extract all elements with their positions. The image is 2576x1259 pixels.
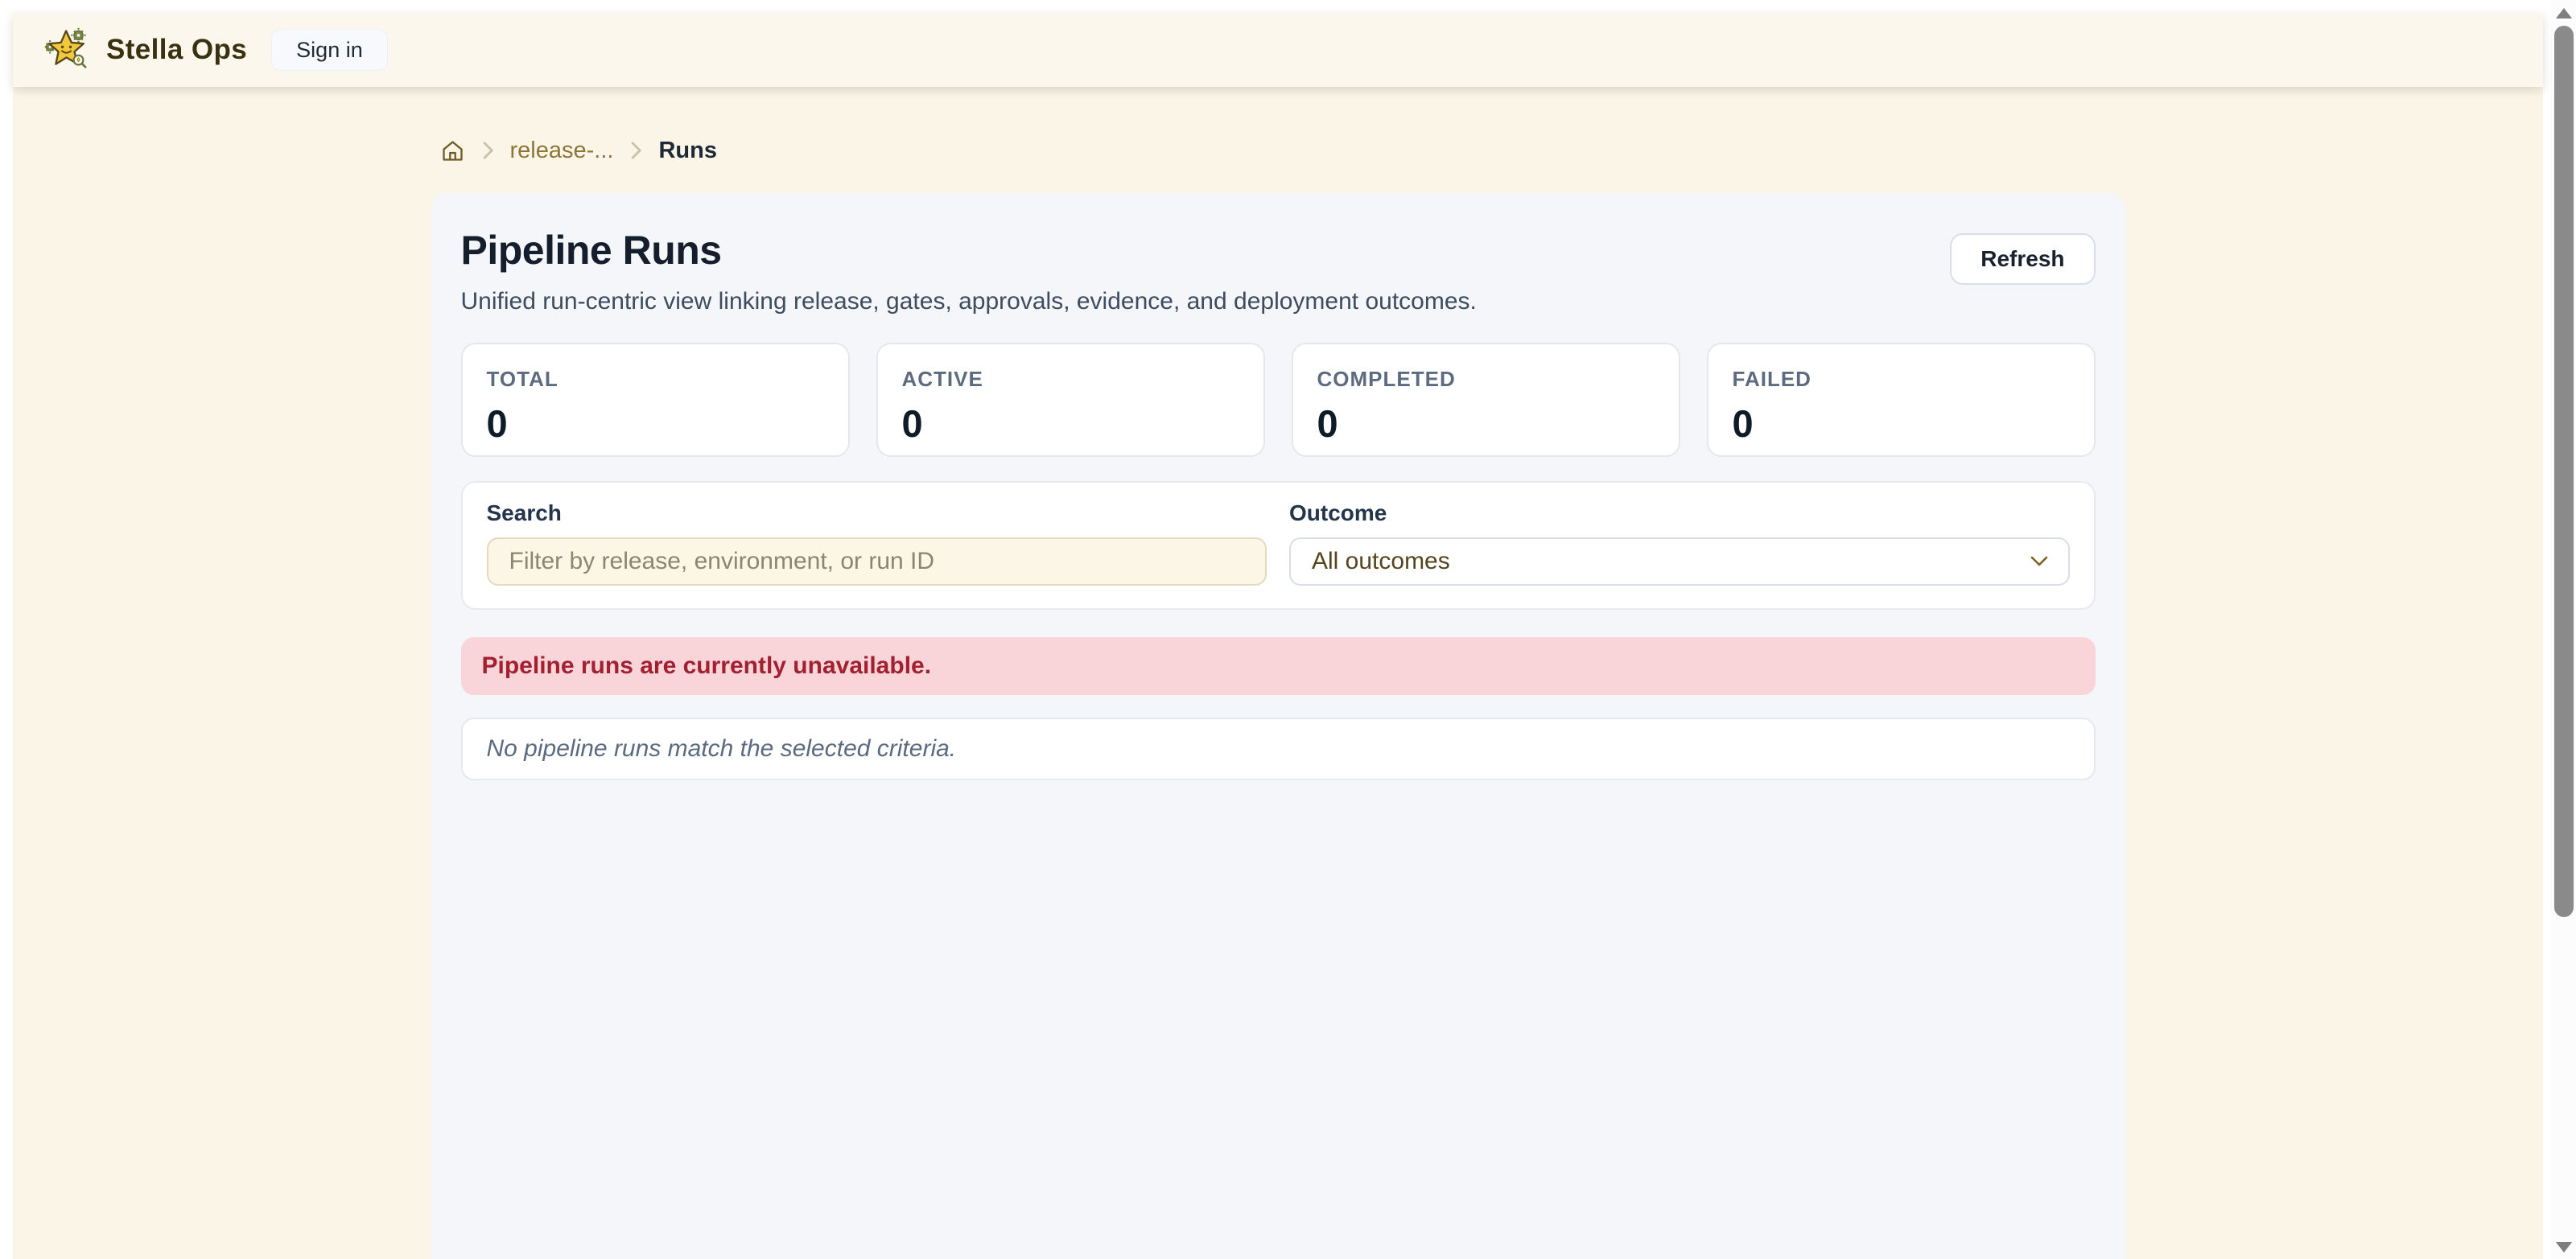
stat-label: COMPLETED bbox=[1317, 367, 1655, 392]
stat-card-failed: FAILED 0 bbox=[1707, 343, 2096, 457]
stella-ops-logo-icon bbox=[43, 27, 90, 73]
page-background: release-... Runs Pipeline Runs Unified r… bbox=[13, 87, 2543, 1259]
error-banner-text: Pipeline runs are currently unavailable. bbox=[482, 652, 932, 680]
empty-state-text: No pipeline runs match the selected crit… bbox=[487, 735, 957, 763]
home-icon[interactable] bbox=[440, 138, 465, 163]
panel-header: Pipeline Runs Unified run-centric view l… bbox=[461, 227, 2096, 315]
search-field-group: Search bbox=[487, 500, 1267, 586]
breadcrumb-item-runs: Runs bbox=[658, 138, 717, 164]
chevron-right-icon bbox=[481, 140, 494, 161]
error-banner: Pipeline runs are currently unavailable. bbox=[461, 637, 2096, 695]
page-subtitle: Unified run-centric view linking release… bbox=[461, 288, 1477, 315]
magnifier bbox=[74, 56, 86, 68]
stat-card-active: ACTIVE 0 bbox=[876, 343, 1265, 457]
stat-value: 0 bbox=[1317, 401, 1655, 446]
stat-label: TOTAL bbox=[487, 367, 824, 392]
sign-in-button[interactable]: Sign in bbox=[271, 29, 388, 71]
app-header: Stella Ops Sign in bbox=[13, 13, 2543, 87]
gear-top-right bbox=[71, 28, 85, 43]
refresh-button[interactable]: Refresh bbox=[1950, 233, 2095, 285]
search-input[interactable] bbox=[487, 537, 1267, 586]
page-title: Pipeline Runs bbox=[461, 227, 1477, 274]
chevron-down-icon bbox=[2030, 555, 2049, 568]
stat-value: 0 bbox=[1733, 401, 2070, 446]
empty-state-card: No pipeline runs match the selected crit… bbox=[461, 718, 2096, 780]
panel-header-text: Pipeline Runs Unified run-centric view l… bbox=[461, 227, 1477, 315]
stat-card-total: TOTAL 0 bbox=[461, 343, 850, 457]
stat-card-completed: COMPLETED 0 bbox=[1292, 343, 1680, 457]
vertical-scrollbar[interactable] bbox=[2551, 0, 2576, 1259]
stat-label: ACTIVE bbox=[902, 367, 1239, 392]
stat-value: 0 bbox=[487, 401, 824, 446]
scrollbar-up-arrow-icon[interactable] bbox=[2556, 8, 2572, 19]
scrollbar-thumb[interactable] bbox=[2554, 26, 2574, 917]
stat-value: 0 bbox=[902, 401, 1239, 446]
pipeline-runs-panel: Pipeline Runs Unified run-centric view l… bbox=[431, 193, 2126, 1259]
search-label: Search bbox=[487, 500, 1267, 526]
outcome-label: Outcome bbox=[1289, 500, 2070, 526]
filters-panel: Search Outcome All outcomes bbox=[461, 481, 2096, 610]
outcome-selected-value: All outcomes bbox=[1312, 548, 1450, 575]
outcome-select[interactable]: All outcomes bbox=[1289, 537, 2070, 586]
scrollbar-down-arrow-icon[interactable] bbox=[2556, 1242, 2572, 1253]
stat-label: FAILED bbox=[1733, 367, 2070, 392]
outcome-field-group: Outcome All outcomes bbox=[1289, 500, 2070, 586]
brand-title: Stella Ops bbox=[106, 34, 247, 66]
content-column: release-... Runs Pipeline Runs Unified r… bbox=[431, 137, 2126, 1259]
chevron-right-icon bbox=[629, 140, 642, 161]
stats-row: TOTAL 0 ACTIVE 0 COMPLETED 0 FAILED bbox=[461, 343, 2096, 457]
breadcrumb: release-... Runs bbox=[431, 137, 2126, 164]
breadcrumb-item-release[interactable]: release-... bbox=[510, 138, 614, 164]
app-root: Stella Ops Sign in release-.. bbox=[13, 13, 2543, 1259]
browser-viewport: Stella Ops Sign in release-.. bbox=[0, 0, 2576, 1259]
